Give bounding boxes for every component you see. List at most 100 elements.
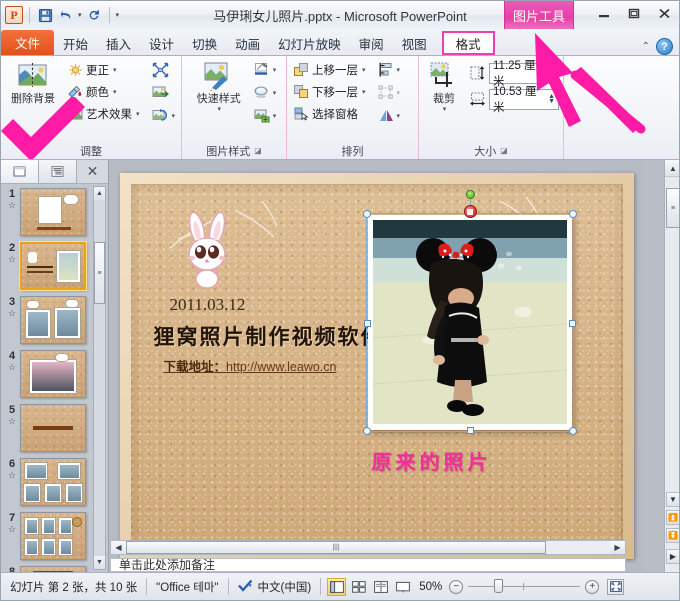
zoom-thumb[interactable]	[494, 579, 504, 593]
slide-show-view-button[interactable]	[393, 578, 412, 596]
chevron-down-icon[interactable]: ▾	[273, 89, 277, 97]
tab-slides[interactable]	[1, 160, 39, 183]
vscroll-thumb[interactable]: ≡	[666, 188, 679, 228]
list-item[interactable]: 6 ☆	[1, 458, 93, 506]
zoom-track[interactable]	[468, 579, 581, 593]
slide-thumbnail[interactable]	[20, 188, 86, 236]
resize-handle-r[interactable]	[568, 319, 576, 327]
selection-pane-button[interactable]: 选择窗格	[291, 103, 369, 124]
slides-pane-scrollbar[interactable]: ▲ ≡ ▼	[93, 186, 106, 570]
tab-review[interactable]: 审阅	[350, 31, 393, 55]
next-slide-button[interactable]: ⏬	[666, 528, 679, 543]
undo-dropdown-caret-icon[interactable]: ▾	[78, 11, 82, 19]
picture-effects-button[interactable]: ▾	[252, 82, 279, 103]
close-pane-button[interactable]: ✕	[77, 160, 108, 183]
list-item[interactable]: 7 ☆	[1, 512, 93, 560]
redo-icon[interactable]	[85, 6, 103, 24]
normal-view-button[interactable]	[327, 577, 347, 596]
save-icon[interactable]	[36, 6, 54, 24]
slide-thumbnail[interactable]	[20, 458, 86, 506]
resize-handle-tl[interactable]	[362, 210, 371, 218]
tab-animations[interactable]: 动画	[226, 31, 269, 55]
list-item[interactable]: 5 ☆	[1, 404, 93, 452]
tab-design[interactable]: 设计	[140, 31, 183, 55]
hscroll-thumb[interactable]: ||||	[126, 541, 546, 554]
chevron-down-icon[interactable]: ▾	[171, 112, 175, 120]
shape-height-input[interactable]: 11.25 厘米 ▲ ▼	[489, 60, 559, 88]
fit-slide-to-window-button[interactable]	[607, 578, 625, 595]
slide-surface[interactable]: 2011.03.12 狸窝照片制作视频软件 下载地址：http://www.le…	[119, 173, 634, 559]
slide-sorter-view-button[interactable]	[349, 578, 368, 596]
slide-thumbnail-selected[interactable]	[20, 242, 86, 290]
horizontal-scrollbar[interactable]: ◀ |||| ▶	[110, 540, 626, 555]
tab-home[interactable]: 开始	[54, 31, 97, 55]
minimize-ribbon-icon[interactable]: ⌃	[642, 41, 650, 52]
chevron-down-icon[interactable]: ▾	[113, 88, 117, 96]
zoom-level-label[interactable]: 50%	[412, 581, 449, 593]
reading-view-button[interactable]	[371, 578, 390, 596]
compress-pictures-button[interactable]	[150, 59, 177, 80]
help-icon[interactable]: ?	[656, 38, 673, 55]
spinner-arrows-icon[interactable]: ▲ ▼	[545, 67, 555, 79]
resize-handle-bl[interactable]	[362, 427, 371, 435]
send-backward-button[interactable]: 下移一层 ▾	[291, 81, 369, 102]
artistic-effects-button[interactable]: 艺术效果 ▾	[65, 103, 143, 124]
crop-handle[interactable]	[463, 205, 477, 218]
theme-name[interactable]: "Office 테마"	[147, 579, 227, 595]
tab-view[interactable]: 视图	[393, 31, 436, 55]
dialog-launcher-icon[interactable]: ◪	[254, 146, 262, 155]
close-button[interactable]	[651, 4, 677, 23]
rotate-button[interactable]: ▾	[376, 105, 403, 126]
slide-thumbnail[interactable]	[20, 404, 86, 452]
scroll-up-icon[interactable]: ▲	[94, 187, 105, 200]
scroll-down-icon[interactable]: ▼	[94, 556, 105, 569]
vertical-scrollbar[interactable]: ▲ ≡ ▼ ⏫ ⏬ ▶	[664, 160, 679, 572]
select-browse-object-button[interactable]: ▶	[666, 549, 679, 564]
chevron-down-icon[interactable]: ▾	[362, 88, 366, 96]
undo-icon[interactable]	[57, 6, 75, 24]
minimize-button[interactable]	[591, 4, 617, 23]
chevron-down-icon[interactable]: ▾	[113, 66, 117, 74]
slide-thumbnail[interactable]	[20, 296, 86, 344]
dialog-launcher-icon[interactable]: ◪	[500, 146, 508, 155]
chevron-down-icon[interactable]: ▾	[397, 66, 401, 74]
spellcheck-status[interactable]: 中文(中国)	[229, 579, 321, 595]
chevron-down-icon[interactable]: ▾	[273, 112, 277, 120]
color-button[interactable]: 颜色 ▾	[65, 81, 143, 102]
resize-handle-b[interactable]	[466, 427, 474, 434]
spinner-arrows-icon[interactable]: ▲ ▼	[545, 93, 555, 105]
tab-file[interactable]: 文件	[1, 30, 55, 55]
list-item[interactable]: 4 ☆	[1, 350, 93, 398]
slide-thumbnail[interactable]	[20, 512, 86, 560]
reset-picture-button[interactable]: ▾	[150, 105, 177, 126]
crop-button[interactable]: 裁剪 ▾	[423, 59, 465, 115]
previous-slide-button[interactable]: ⏫	[666, 510, 679, 525]
corrections-button[interactable]: 更正 ▾	[65, 59, 143, 80]
powerpoint-logo-icon[interactable]: P	[5, 6, 23, 24]
chevron-down-icon[interactable]: ▾	[362, 66, 366, 74]
list-item[interactable]: 3 ☆	[1, 296, 93, 344]
scroll-right-icon[interactable]: ▶	[610, 541, 625, 554]
shape-width-input[interactable]: 10.53 厘米 ▲ ▼	[489, 86, 559, 114]
resize-handle-tr[interactable]	[568, 210, 577, 218]
selection-frame[interactable]	[362, 190, 577, 435]
restore-button[interactable]	[621, 4, 647, 23]
zoom-out-button[interactable]: −	[449, 579, 464, 594]
list-item[interactable]: 2 ☆	[1, 242, 93, 290]
zoom-in-button[interactable]: +	[585, 579, 600, 594]
chevron-down-icon[interactable]: ▾	[397, 112, 401, 120]
slide-url-text[interactable]: 下载地址：http://www.leawo.cn	[164, 356, 337, 375]
bring-forward-button[interactable]: 上移一层 ▾	[291, 59, 369, 80]
tab-insert[interactable]: 插入	[97, 31, 140, 55]
picture-layout-button[interactable]: ▾	[252, 105, 279, 126]
tab-transitions[interactable]: 切换	[183, 31, 226, 55]
scroll-down-icon[interactable]: ▼	[666, 492, 679, 507]
chevron-down-icon[interactable]: ▾	[273, 66, 277, 74]
zoom-slider[interactable]: − +	[449, 579, 600, 594]
tab-format[interactable]: 格式	[441, 31, 495, 55]
resize-handle-br[interactable]	[568, 427, 577, 435]
quick-styles-button[interactable]: 快速样式 ▾	[190, 59, 248, 115]
rotate-handle[interactable]	[465, 190, 475, 199]
chevron-down-icon[interactable]: ▾	[136, 110, 140, 118]
chevron-down-icon[interactable]: ▾	[443, 105, 447, 113]
